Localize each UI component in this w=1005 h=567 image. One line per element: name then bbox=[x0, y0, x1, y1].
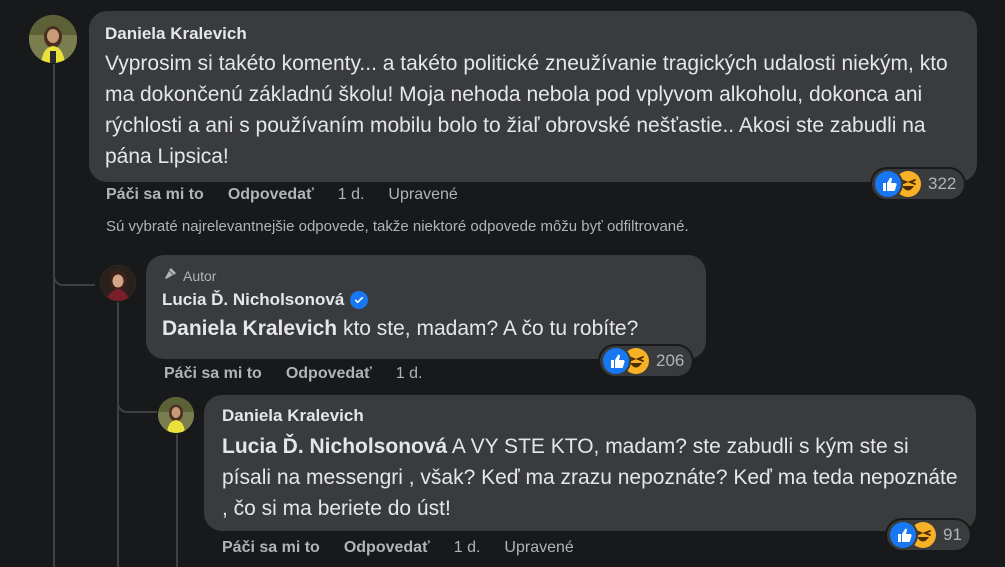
comment-author[interactable]: Daniela Kralevich bbox=[105, 23, 961, 45]
reply-actions: Páči sa mi to Odpovedať 1 d. bbox=[164, 364, 422, 384]
thread-line-branch-2 bbox=[117, 396, 157, 413]
thumbs-up-icon bbox=[603, 348, 629, 374]
reply-text: kto ste, madam? A čo tu robíte? bbox=[342, 317, 639, 340]
reply-author-row: Lucia Ď. Nicholsonová bbox=[162, 289, 690, 311]
reply-reactions[interactable]: 206 bbox=[600, 346, 693, 376]
avatar[interactable] bbox=[29, 15, 77, 63]
like-button[interactable]: Páči sa mi to bbox=[106, 185, 204, 205]
filter-note: Sú vybraté najrelevantnejšie odpovede, t… bbox=[106, 218, 689, 235]
avatar[interactable] bbox=[158, 397, 194, 433]
reply-author[interactable]: Daniela Kralevich bbox=[222, 405, 958, 427]
comment-reactions[interactable]: 322 bbox=[872, 169, 965, 199]
like-button[interactable]: Páči sa mi to bbox=[222, 538, 320, 558]
reply-button[interactable]: Odpovedať bbox=[286, 364, 372, 384]
avatar[interactable] bbox=[100, 265, 136, 301]
comment-bubble: Daniela Kralevich Vyprosim si takéto kom… bbox=[89, 11, 977, 182]
reaction-count: 206 bbox=[656, 351, 685, 370]
thumbs-up-icon bbox=[875, 171, 901, 197]
like-button[interactable]: Páči sa mi to bbox=[164, 364, 262, 384]
author-badge: Autor bbox=[162, 266, 690, 285]
reply-button[interactable]: Odpovedať bbox=[344, 538, 430, 558]
avatar-daniela-image bbox=[158, 397, 194, 433]
reply-reactions[interactable]: 91 bbox=[887, 520, 970, 550]
microphone-icon bbox=[162, 266, 178, 285]
mention-link[interactable]: Daniela Kralevich bbox=[162, 317, 337, 340]
avatar-lucia-image bbox=[100, 265, 136, 301]
mention-link[interactable]: Lucia Ď. Nicholsonová bbox=[222, 435, 447, 458]
timestamp[interactable]: 1 d. bbox=[338, 185, 365, 205]
verified-check-icon bbox=[350, 291, 369, 309]
reaction-count: 322 bbox=[928, 174, 957, 193]
edited-label[interactable]: Upravené bbox=[504, 538, 573, 558]
comment-text: Vyprosim si takéto komenty... a takéto p… bbox=[105, 52, 948, 168]
reply-bubble: Daniela Kralevich Lucia Ď. Nicholsonová … bbox=[204, 395, 976, 531]
timestamp[interactable]: 1 d. bbox=[396, 364, 423, 384]
avatar-daniela-image bbox=[29, 15, 77, 63]
reply-text-row: Daniela Kralevich kto ste, madam? A čo t… bbox=[162, 313, 690, 344]
reply-bubble: Autor Lucia Ď. Nicholsonová Daniela Kral… bbox=[146, 255, 706, 359]
edited-label[interactable]: Upravené bbox=[388, 185, 457, 205]
comment-actions: Páči sa mi to Odpovedať 1 d. Upravené bbox=[106, 185, 458, 205]
thumbs-up-icon bbox=[890, 522, 916, 548]
reply-text-row: Lucia Ď. Nicholsonová A VY STE KTO, mada… bbox=[222, 431, 962, 524]
reply-actions: Páči sa mi to Odpovedať 1 d. Upravené bbox=[222, 538, 574, 558]
author-badge-label: Autor bbox=[183, 267, 217, 284]
thread-line-reply-1 bbox=[117, 302, 119, 567]
reaction-count: 91 bbox=[943, 525, 962, 544]
timestamp[interactable]: 1 d. bbox=[454, 538, 481, 558]
thread-line-reply-2 bbox=[176, 434, 178, 567]
reply-author[interactable]: Lucia Ď. Nicholsonová bbox=[162, 289, 344, 311]
thread-line-branch-1 bbox=[53, 270, 95, 286]
thread-line-main bbox=[53, 64, 55, 567]
reply-button[interactable]: Odpovedať bbox=[228, 185, 314, 205]
